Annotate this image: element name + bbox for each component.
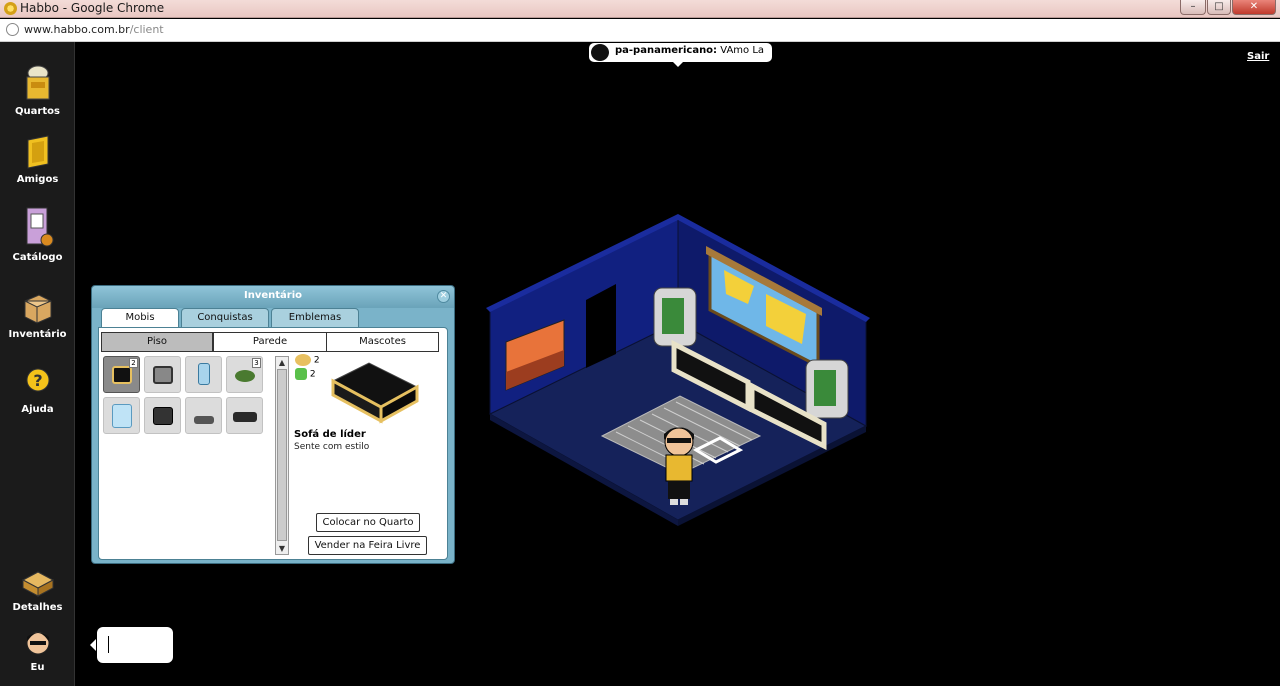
- inventory-body: Piso Parede Mascotes 2 3 ▲ ▼ 2 2 Sofá de…: [98, 327, 448, 560]
- toolbar-ajuda[interactable]: ? Ajuda: [0, 366, 75, 415]
- chat-bubble: pa-panamericano: VAmo La: [589, 43, 773, 67]
- item-list-scrollbar[interactable]: ▲ ▼: [275, 356, 289, 555]
- scroll-thumb[interactable]: [277, 369, 287, 541]
- item-count-badge: 3: [252, 358, 261, 368]
- coins-icon: [295, 354, 311, 366]
- toolbar-quartos[interactable]: Quartos: [0, 64, 75, 117]
- count-value: 2: [313, 355, 320, 366]
- inventory-window: Inventário ✕ Mobis Conquistas Emblemas P…: [91, 285, 455, 564]
- svg-text:?: ?: [33, 371, 42, 390]
- sell-marketplace-button[interactable]: Vender na Feira Livre: [308, 536, 427, 555]
- avatar-head-icon: [26, 631, 49, 655]
- place-in-room-button[interactable]: Colocar no Quarto: [316, 513, 420, 532]
- toolbar-label-inventario: Inventário: [8, 329, 67, 340]
- sofa-icon: [112, 366, 132, 384]
- rooms-icon: [26, 65, 49, 100]
- chat-message: VAmo La: [720, 45, 765, 56]
- tab-conquistas[interactable]: Conquistas: [181, 308, 269, 327]
- item-slot[interactable]: 3: [226, 356, 263, 393]
- chat-input[interactable]: [90, 627, 173, 663]
- player-avatar[interactable]: [664, 427, 694, 505]
- chrome-app-icon: [4, 2, 17, 15]
- catalogue-icon: [26, 207, 53, 247]
- toolbar-catalogo[interactable]: Catálogo: [0, 206, 75, 263]
- ice-icon: [112, 404, 132, 428]
- window-title: Habbo - Google Chrome: [20, 1, 165, 15]
- chair-icon: [153, 407, 173, 425]
- toolbar-label-catalogo: Catálogo: [12, 252, 63, 263]
- help-icon: ?: [26, 368, 49, 392]
- item-slot[interactable]: [144, 397, 181, 434]
- count-value: 2: [309, 369, 316, 380]
- globe-icon: [6, 23, 19, 36]
- toolbar-eu[interactable]: Eu: [0, 626, 75, 673]
- close-icon[interactable]: ✕: [437, 290, 450, 303]
- address-bar[interactable]: www.habbo.com.br/client: [0, 19, 1280, 42]
- toolbar-label-quartos: Quartos: [15, 106, 60, 117]
- subtab-mascotes[interactable]: Mascotes: [326, 332, 439, 352]
- minimize-button[interactable]: –: [1180, 0, 1206, 15]
- scroll-up-icon[interactable]: ▲: [276, 357, 288, 368]
- lamp-icon: [194, 416, 214, 424]
- text-caret: [108, 636, 109, 653]
- toolbar-detalhes[interactable]: Detalhes: [0, 568, 75, 613]
- toolbar-label-detalhes: Detalhes: [12, 602, 63, 613]
- tradeable-icon: [295, 368, 307, 380]
- toolbar-label-ajuda: Ajuda: [21, 404, 54, 415]
- item-count-badge: 2: [129, 358, 138, 368]
- bookshelf-icon: [153, 366, 173, 384]
- tab-emblemas[interactable]: Emblemas: [271, 308, 359, 327]
- toolbar-label-eu: Eu: [30, 662, 45, 673]
- speaker-avatar-icon: [591, 44, 609, 61]
- item-counts: 2 2: [295, 354, 320, 380]
- subtab-parede[interactable]: Parede: [213, 332, 327, 352]
- url-host: www.habbo.com.br: [24, 23, 130, 36]
- tab-mobis[interactable]: Mobis: [101, 308, 179, 328]
- friends-icon: [27, 135, 48, 169]
- toolbar-label-amigos: Amigos: [16, 174, 59, 185]
- close-window-button[interactable]: ✕: [1232, 0, 1276, 15]
- plant-icon: [235, 370, 255, 382]
- item-slot[interactable]: 2: [103, 356, 140, 393]
- item-name: Sofá de líder: [294, 429, 366, 440]
- inventory-title: Inventário: [243, 290, 303, 301]
- habbo-toolbar: Quartos Amigos Catálogo Inventário ? Aju…: [0, 42, 75, 686]
- toolbar-amigos[interactable]: Amigos: [0, 134, 75, 185]
- item-slot[interactable]: [226, 397, 263, 434]
- item-description: Sente com estilo: [294, 442, 370, 452]
- item-slot[interactable]: [103, 397, 140, 434]
- item-slot[interactable]: [144, 356, 181, 393]
- scroll-down-icon[interactable]: ▼: [276, 543, 288, 554]
- subtab-piso[interactable]: Piso: [101, 332, 213, 352]
- sofa-preview-image: [331, 362, 419, 424]
- window-titlebar: Habbo - Google Chrome – □ ✕: [0, 0, 1280, 18]
- item-slot[interactable]: [185, 397, 222, 434]
- exit-link[interactable]: Sair: [1247, 51, 1269, 62]
- toolbar-inventario[interactable]: Inventário: [0, 291, 75, 340]
- inventory-icon: [24, 294, 51, 324]
- chat-username: pa-panamericano:: [615, 45, 718, 56]
- inventory-header[interactable]: Inventário ✕: [92, 286, 454, 308]
- item-slot[interactable]: [185, 356, 222, 393]
- maximize-button[interactable]: □: [1207, 0, 1231, 15]
- vase-icon: [198, 363, 210, 385]
- url-path: /client: [129, 23, 164, 36]
- room-details-icon: [21, 571, 54, 597]
- url-text[interactable]: www.habbo.com.br/client: [24, 23, 164, 36]
- table-icon: [233, 412, 257, 422]
